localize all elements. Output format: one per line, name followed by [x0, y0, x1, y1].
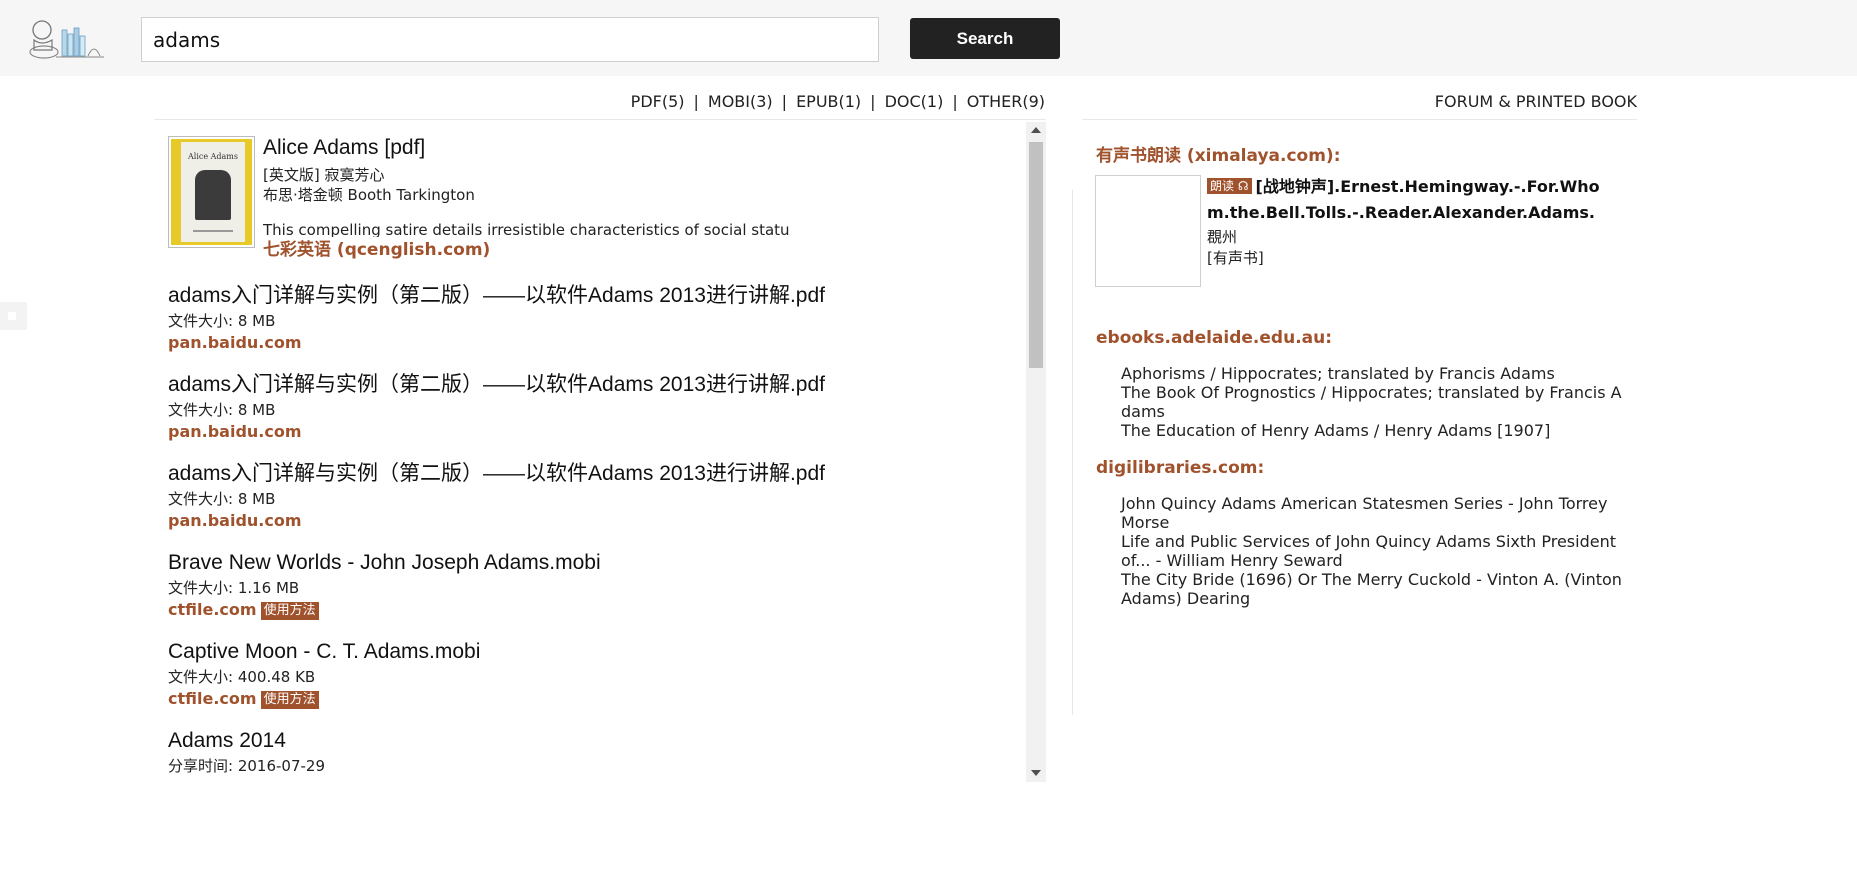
- result-meta: 文件大小: 8 MB: [168, 401, 276, 419]
- read-aloud-badge: 朗读 ☊: [1207, 178, 1252, 194]
- search-button[interactable]: Search: [910, 18, 1060, 59]
- result-item[interactable]: adams入门详解与实例（第二版）——以软件Adams 2013进行讲解.pdf…: [168, 371, 1008, 443]
- featured-book-card[interactable]: Alice Adams Alice Adams [pdf] [英文版] 寂寞芳心…: [168, 136, 1008, 260]
- digilibraries-book-link[interactable]: John Quincy Adams American Statesmen Ser…: [1121, 494, 1626, 532]
- digilibraries-section-heading: digilibraries.com:: [1096, 458, 1265, 478]
- adelaide-section-heading: ebooks.adelaide.edu.au:: [1096, 328, 1333, 348]
- site-logo[interactable]: [26, 16, 106, 62]
- cover-author-line: [193, 230, 233, 232]
- header-bar: Search: [0, 0, 1857, 76]
- headphones-icon: ☊: [1237, 179, 1249, 193]
- result-title[interactable]: Brave New Worlds - John Joseph Adams.mob…: [168, 549, 1008, 577]
- search-input[interactable]: [141, 17, 879, 62]
- result-source-link[interactable]: pan.baidu.com: [168, 511, 302, 530]
- featured-book-author: 布思·塔金顿 Booth Tarkington: [263, 186, 475, 204]
- featured-book-edition: [英文版] 寂寞芳心: [263, 166, 385, 184]
- adelaide-book-link[interactable]: The Education of Henry Adams / Henry Ada…: [1121, 421, 1626, 440]
- scroll-thumb[interactable]: [1029, 142, 1043, 368]
- result-title[interactable]: Adams 2014: [168, 727, 1008, 755]
- digilibraries-link-list: John Quincy Adams American Statesmen Ser…: [1121, 494, 1626, 608]
- audio-book-author: 覠州: [1207, 228, 1238, 246]
- book-cover-image[interactable]: Alice Adams: [168, 136, 255, 248]
- digilibraries-book-link[interactable]: The City Bride (1696) Or The Merry Cucko…: [1121, 570, 1626, 608]
- filter-separator: |: [952, 92, 958, 111]
- filter-doc[interactable]: DOC(1): [885, 92, 944, 111]
- forum-bar: FORUM & PRINTED BOOK: [1082, 92, 1637, 120]
- scroll-down-arrow-icon[interactable]: [1031, 770, 1041, 776]
- column-divider: [1072, 190, 1073, 715]
- featured-book-title[interactable]: Alice Adams [pdf]: [263, 136, 425, 160]
- filter-pdf[interactable]: PDF(5): [631, 92, 685, 111]
- result-item[interactable]: Adams 2014 分享时间: 2016-07-29: [168, 727, 1008, 777]
- result-meta: 文件大小: 8 MB: [168, 312, 276, 330]
- audio-cover-image[interactable]: [1095, 175, 1201, 287]
- result-title[interactable]: adams入门详解与实例（第二版）——以软件Adams 2013进行讲解.pdf: [168, 371, 1008, 399]
- scroll-up-arrow-icon[interactable]: [1031, 127, 1041, 133]
- result-source-link[interactable]: ctfile.com: [168, 600, 257, 619]
- adelaide-book-link[interactable]: Aphorisms / Hippocrates; translated by F…: [1121, 364, 1626, 383]
- side-tab-icon: [8, 312, 16, 320]
- result-item[interactable]: Captive Moon - C. T. Adams.mobi 文件大小: 40…: [168, 638, 1008, 710]
- adelaide-book-link[interactable]: The Book Of Prognostics / Hippocrates; t…: [1121, 383, 1626, 421]
- cover-title: Alice Adams: [187, 152, 238, 161]
- result-meta: 文件大小: 400.48 KB: [168, 668, 316, 686]
- result-source-link[interactable]: pan.baidu.com: [168, 333, 302, 352]
- filter-separator: |: [870, 92, 876, 111]
- adelaide-link-list: Aphorisms / Hippocrates; translated by F…: [1121, 364, 1626, 440]
- usage-badge[interactable]: 使用方法: [260, 602, 319, 620]
- result-item[interactable]: Brave New Worlds - John Joseph Adams.mob…: [168, 549, 1008, 621]
- results-scrollbar[interactable]: [1026, 122, 1046, 782]
- filter-separator: |: [693, 92, 699, 111]
- result-meta: 文件大小: 8 MB: [168, 490, 276, 508]
- result-item[interactable]: adams入门详解与实例（第二版）——以软件Adams 2013进行讲解.pdf…: [168, 460, 1008, 532]
- featured-book-source[interactable]: 七彩英语 (qcenglish.com): [263, 235, 490, 260]
- result-title[interactable]: adams入门详解与实例（第二版）——以软件Adams 2013进行讲解.pdf: [168, 460, 1008, 488]
- results-list[interactable]: Alice Adams Alice Adams [pdf] [英文版] 寂寞芳心…: [154, 122, 1026, 782]
- result-meta: 分享时间: 2016-07-29: [168, 757, 325, 775]
- digilibraries-book-link[interactable]: Life and Public Services of John Quincy …: [1121, 532, 1626, 570]
- result-source-link[interactable]: pan.baidu.com: [168, 422, 302, 441]
- format-filter-bar: PDF(5) | MOBI(3) | EPUB(1) | DOC(1) | OTHER(9): [154, 92, 1046, 120]
- side-feedback-tab[interactable]: [0, 302, 27, 330]
- filter-mobi[interactable]: MOBI(3): [708, 92, 773, 111]
- result-source-link[interactable]: ctfile.com: [168, 689, 257, 708]
- filter-epub[interactable]: EPUB(1): [796, 92, 861, 111]
- result-title[interactable]: adams入门详解与实例（第二版）——以软件Adams 2013进行讲解.pdf: [168, 282, 1008, 310]
- filter-other[interactable]: OTHER(9): [967, 92, 1045, 111]
- result-item[interactable]: adams入门详解与实例（第二版）——以软件Adams 2013进行讲解.pdf…: [168, 282, 1008, 354]
- audio-book-title[interactable]: 朗读 ☊ [战地钟声].Ernest.Hemingway.-.For.Whom.t…: [1207, 174, 1622, 226]
- result-meta: 文件大小: 1.16 MB: [168, 579, 300, 597]
- forum-printed-book-link[interactable]: FORUM & PRINTED BOOK: [1435, 92, 1637, 111]
- result-title[interactable]: Captive Moon - C. T. Adams.mobi: [168, 638, 1008, 666]
- audio-book-tag: [有声书]: [1207, 249, 1264, 267]
- cover-portrait: [195, 170, 231, 220]
- filter-separator: |: [781, 92, 788, 111]
- books-logo-icon: [29, 20, 104, 59]
- audio-section-heading: 有声书朗读 (ximalaya.com):: [1096, 146, 1341, 166]
- usage-badge[interactable]: 使用方法: [260, 691, 319, 709]
